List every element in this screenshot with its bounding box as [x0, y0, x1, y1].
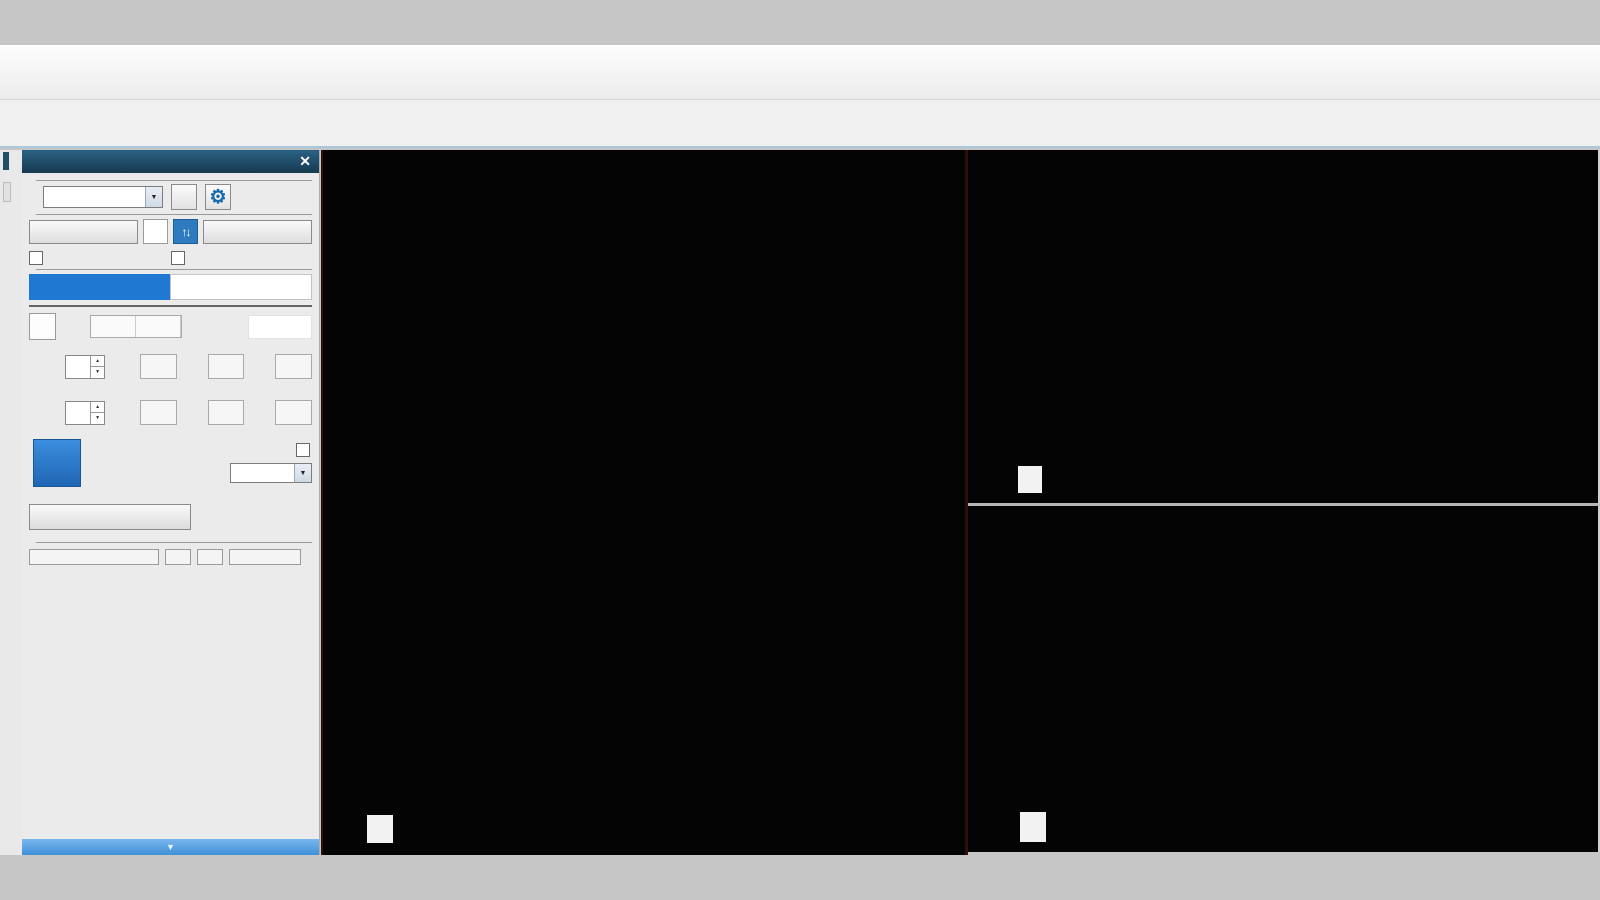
rotate-value-box-3[interactable]: [275, 400, 312, 425]
tab-timeline[interactable]: [170, 274, 313, 300]
translate-value-box-1[interactable]: [140, 354, 177, 379]
auxiliary-select[interactable]: [29, 549, 159, 565]
tooth-chart-grid: [29, 305, 312, 307]
translate-value-box-2[interactable]: [208, 354, 245, 379]
panel-header[interactable]: ✕: [22, 150, 319, 173]
translate-value-box-3[interactable]: [275, 354, 312, 379]
rotate-value-box-1[interactable]: [140, 400, 177, 425]
auxiliary-controls: [29, 549, 312, 565]
load-upper-button[interactable]: [29, 220, 138, 244]
viewport-3d-upper-occlusal[interactable]: [968, 150, 1600, 506]
auxiliary-heading: [29, 542, 312, 543]
mm-step-spinner[interactable]: ▲▼: [65, 355, 105, 379]
plan-settings-button[interactable]: ⚙: [205, 184, 231, 210]
lock-open-icon[interactable]: [143, 219, 168, 244]
viewport-3d-lower-occlusal[interactable]: [968, 506, 1600, 852]
chevron-down-icon: ▼: [145, 187, 162, 207]
add-plan-button[interactable]: [171, 184, 197, 210]
mirror-right-to-left-button[interactable]: [136, 316, 181, 337]
view-label-superior: [1020, 812, 1046, 842]
close-icon[interactable]: ✕: [299, 153, 311, 170]
chevron-down-icon: ▼: [166, 842, 175, 852]
guides-heading: [29, 214, 312, 215]
view-label-inferior: [1018, 466, 1042, 493]
tab-setup[interactable]: [29, 274, 170, 300]
undo-history-button[interactable]: [29, 313, 56, 340]
spin-down-icon: ▼: [91, 367, 104, 378]
auxiliary-button-2[interactable]: [197, 549, 223, 565]
center-of-rotation-select[interactable]: ▼: [230, 463, 312, 483]
degree-step-spinner[interactable]: ▲▼: [65, 401, 105, 425]
auxiliary-button-3[interactable]: [229, 549, 301, 565]
setup-heading: [29, 269, 312, 270]
rotate-value-box-2[interactable]: [208, 400, 245, 425]
view-upper-checkbox[interactable]: [29, 251, 43, 265]
align-collisions-checkbox[interactable]: [296, 443, 310, 457]
expand-icon[interactable]: [8, 104, 44, 142]
upper-jaw-model: [968, 150, 1600, 503]
spin-down-icon: ▼: [91, 413, 104, 424]
side-tab-strip: [0, 150, 22, 855]
window-top-band: [0, 0, 1600, 45]
mirror-left-to-right-button[interactable]: [91, 316, 136, 337]
auxiliary-button-1[interactable]: [165, 549, 191, 565]
plan-preset-select[interactable]: ▼: [43, 186, 163, 208]
content-area: ✕ ▼ ⚙: [0, 150, 1600, 855]
rotation-mode-button[interactable]: [33, 439, 81, 487]
secondary-toolbar: [0, 100, 1600, 148]
panel-scroll-down-bar[interactable]: ▼: [22, 839, 319, 855]
viewport-3d-main[interactable]: [321, 150, 965, 855]
align-button[interactable]: [248, 315, 312, 339]
viewport-column-right: [965, 150, 1600, 855]
frontal-model: [323, 150, 965, 855]
gear-icon: ⚙: [209, 186, 226, 209]
view-label-anterior: [367, 815, 393, 843]
view-lower-checkbox[interactable]: [171, 251, 185, 265]
spin-up-icon: ▲: [91, 356, 104, 368]
spin-up-icon: ▲: [91, 402, 104, 414]
manual-setup-panel: ✕ ▼ ⚙: [22, 150, 320, 855]
chevron-down-icon: ▼: [294, 464, 311, 482]
lower-jaw-model: [968, 506, 1600, 852]
plan-heading: [29, 180, 312, 181]
main-toolbar: [0, 45, 1600, 100]
side-tab-manual-setup[interactable]: [3, 152, 9, 170]
swap-updown-icon[interactable]: ↑↓: [173, 219, 198, 244]
rotations-translations-button[interactable]: [29, 504, 191, 530]
lower-button[interactable]: [203, 220, 312, 244]
side-tab-mockups[interactable]: [3, 182, 11, 202]
